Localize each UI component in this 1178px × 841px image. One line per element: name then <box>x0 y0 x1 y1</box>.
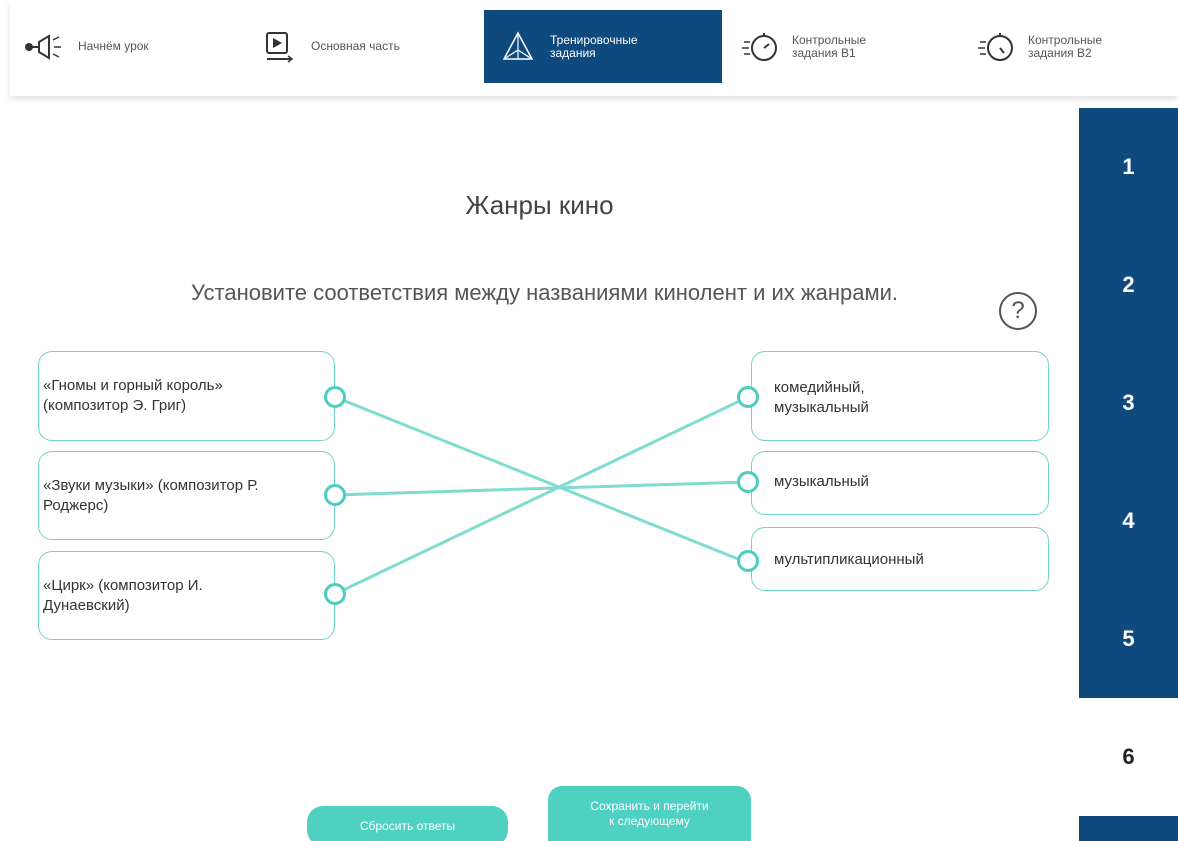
task-number-1[interactable]: 1 <box>1079 108 1178 226</box>
task-number-2-label: 2 <box>1122 272 1135 297</box>
stopwatch-icon <box>736 27 784 67</box>
task-number-next-partial[interactable] <box>1079 816 1178 841</box>
play-icon <box>255 27 303 67</box>
left-item-3-text: «Цирк» (композитор И. Дунаевский) <box>43 576 203 614</box>
nav-start-lesson[interactable]: Начнём урок <box>22 10 222 83</box>
task-number-sidebar: 1 2 3 4 5 6 <box>1079 108 1178 841</box>
task-instruction: Установите соответствия между названиями… <box>191 280 898 305</box>
match-line-3 <box>334 395 749 596</box>
task-number-6[interactable]: 6 <box>1079 698 1178 816</box>
left-item-3[interactable]: «Цирк» (композитор И. Дунаевский) <box>38 551 335 640</box>
task-number-5[interactable]: 5 <box>1079 580 1178 698</box>
right-item-1-text: комедийный, музыкальный <box>774 379 869 416</box>
task-number-4-label: 4 <box>1122 508 1135 533</box>
left-item-2-text: «Звуки музыки» (композитор Р. Роджерс) <box>43 476 259 514</box>
right-connector-3[interactable] <box>737 550 759 572</box>
right-item-2-text: музыкальный <box>774 473 869 490</box>
task-number-3-label: 3 <box>1122 390 1135 415</box>
megaphone-icon <box>22 27 70 67</box>
nav-control-b1[interactable]: Контрольные задания В1 <box>736 10 936 83</box>
save-and-next-label: Сохранить и перейти к следующему <box>590 798 709 828</box>
left-item-1-text: «Гномы и горный король» (композитор Э. Г… <box>43 377 223 414</box>
left-connector-1[interactable] <box>324 386 346 408</box>
stopwatch-icon <box>972 27 1020 67</box>
save-and-next-button[interactable]: Сохранить и перейти к следующему <box>548 786 751 841</box>
left-connector-3[interactable] <box>324 583 346 605</box>
top-navigation: Начнём урок Основная часть Тренировочные… <box>10 0 1178 96</box>
right-item-2[interactable]: музыкальный <box>751 451 1049 515</box>
left-connector-2[interactable] <box>324 484 346 506</box>
nav-main-part-label: Основная часть <box>311 39 400 53</box>
reset-answers-label: Сбросить ответы <box>359 818 456 833</box>
nav-start-lesson-label: Начнём урок <box>78 39 149 53</box>
nav-training-tasks[interactable]: Тренировочные задания <box>484 10 722 83</box>
right-item-3-text: мультипликационный <box>774 551 924 568</box>
help-symbol: ? <box>1011 297 1025 324</box>
nav-main-part[interactable]: Основная часть <box>255 10 475 83</box>
help-icon[interactable]: ? <box>999 292 1037 330</box>
right-connector-1[interactable] <box>737 386 759 408</box>
left-item-1[interactable]: «Гномы и горный король» (композитор Э. Г… <box>38 351 335 441</box>
task-number-5-label: 5 <box>1122 626 1135 651</box>
left-item-2[interactable]: «Звуки музыки» (композитор Р. Роджерс) <box>38 451 335 540</box>
right-connector-2[interactable] <box>737 471 759 493</box>
task-number-4[interactable]: 4 <box>1079 462 1178 580</box>
nav-control-b2-label: Контрольные задания В2 <box>1028 32 1103 60</box>
reset-answers-button[interactable]: Сбросить ответы <box>307 806 508 841</box>
pyramid-icon <box>494 27 542 67</box>
right-item-1[interactable]: комедийный, музыкальный <box>751 351 1049 441</box>
task-number-6-label: 6 <box>1122 744 1135 769</box>
task-number-1-label: 1 <box>1122 154 1135 179</box>
right-item-3[interactable]: мультипликационный <box>751 527 1049 591</box>
task-title: Жанры кино <box>465 190 614 220</box>
nav-training-tasks-label: Тренировочные задания <box>550 32 638 60</box>
match-line-1 <box>334 395 749 565</box>
task-number-3[interactable]: 3 <box>1079 344 1178 462</box>
nav-control-b2[interactable]: Контрольные задания В2 <box>972 10 1172 83</box>
task-number-2[interactable]: 2 <box>1079 226 1178 344</box>
match-line-2 <box>334 480 749 497</box>
nav-control-b1-label: Контрольные задания В1 <box>792 32 867 60</box>
